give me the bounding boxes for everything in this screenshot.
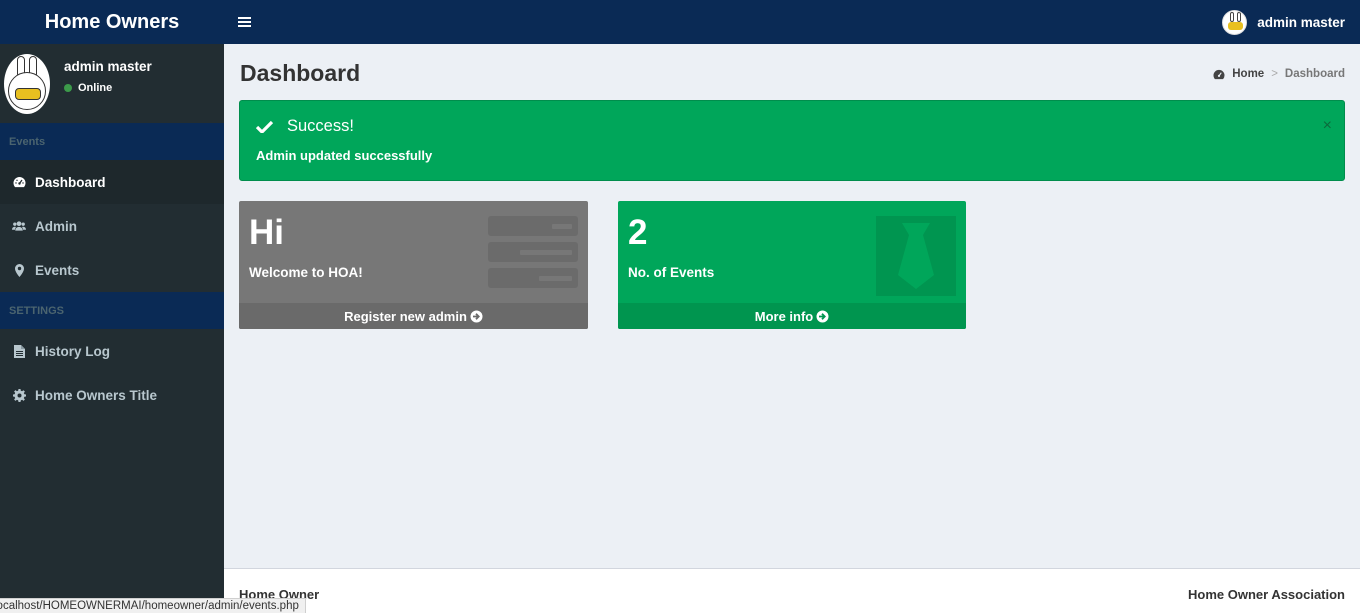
dashboard-icon bbox=[12, 175, 26, 189]
sidebar-item-label: History Log bbox=[35, 343, 111, 359]
hamburger-icon bbox=[237, 15, 251, 29]
sidebar: admin master Online Events Dashboard Adm… bbox=[0, 44, 224, 613]
main-content: Dashboard Home > Dashboard Success! Admi… bbox=[224, 44, 1360, 568]
breadcrumb-current: Dashboard bbox=[1284, 68, 1345, 80]
sidebar-item-home-owners-title[interactable]: Home Owners Title bbox=[0, 373, 224, 417]
success-alert: Success! Admin updated successfully × bbox=[239, 100, 1345, 181]
arrow-circle-right-icon bbox=[470, 310, 483, 322]
page-title: Dashboard bbox=[240, 60, 361, 86]
breadcrumb: Home > Dashboard bbox=[1213, 68, 1345, 80]
sidebar-item-history-log[interactable]: History Log bbox=[0, 329, 224, 373]
more-info-link[interactable]: More info bbox=[618, 303, 966, 329]
online-status-icon bbox=[64, 84, 72, 92]
sidebar-item-label: Events bbox=[35, 262, 80, 278]
sidebar-header-settings: SETTINGS bbox=[0, 292, 224, 329]
sidebar-item-label: Admin bbox=[35, 218, 77, 234]
user-status[interactable]: Online bbox=[64, 82, 152, 94]
list-icon bbox=[488, 216, 578, 294]
breadcrumb-home-link[interactable]: Home bbox=[1213, 68, 1264, 80]
box-value: Hi bbox=[249, 213, 284, 252]
sidebar-item-events[interactable]: Events bbox=[0, 248, 224, 292]
sidebar-item-label: Home Owners Title bbox=[35, 387, 158, 403]
app-logo[interactable]: Home Owners bbox=[0, 0, 224, 44]
sidebar-item-label: Dashboard bbox=[35, 174, 106, 190]
register-new-admin-link[interactable]: Register new admin bbox=[239, 303, 588, 329]
close-icon[interactable]: × bbox=[1323, 117, 1332, 135]
page-footer: Home Owner Home Owner Association bbox=[224, 568, 1360, 613]
user-menu-name: admin master bbox=[1257, 14, 1345, 30]
user-status-label: Online bbox=[78, 82, 113, 94]
user-panel: admin master Online bbox=[0, 44, 224, 123]
box-label: Welcome to HOA! bbox=[249, 265, 363, 280]
avatar bbox=[4, 54, 50, 114]
file-icon bbox=[12, 344, 26, 358]
box-link-label: Register new admin bbox=[344, 308, 467, 324]
breadcrumb-separator: > bbox=[1271, 68, 1278, 80]
user-menu-button[interactable]: admin master bbox=[1222, 9, 1360, 35]
sidebar-user-name: admin master bbox=[64, 59, 152, 74]
sidebar-item-admin[interactable]: Admin bbox=[0, 204, 224, 248]
box-label: No. of Events bbox=[628, 265, 715, 280]
arrow-circle-right-icon bbox=[816, 310, 829, 322]
events-count-box: 2 No. of Events More info bbox=[618, 201, 966, 329]
avatar bbox=[1222, 9, 1248, 35]
sidebar-item-dashboard[interactable]: Dashboard bbox=[0, 160, 224, 204]
sidebar-toggle-button[interactable] bbox=[224, 0, 264, 44]
breadcrumb-home-label: Home bbox=[1232, 68, 1265, 80]
browser-status-bar: localhost/HOMEOWNERMAI/homeowner/admin/e… bbox=[0, 598, 306, 613]
status-url: localhost/HOMEOWNERMAI/homeowner/admin/e… bbox=[0, 600, 299, 612]
sidebar-header-events: Events bbox=[0, 123, 224, 160]
box-link-label: More info bbox=[754, 308, 814, 324]
footer-right-text: Home Owner Association bbox=[1188, 587, 1345, 602]
check-icon bbox=[256, 120, 273, 133]
welcome-box: Hi Welcome to HOA! Register new admin bbox=[239, 201, 588, 329]
alert-title-text: Success! bbox=[287, 117, 354, 135]
box-value: 2 bbox=[628, 213, 648, 252]
top-navbar: Home Owners admin master bbox=[0, 0, 1360, 44]
tie-icon bbox=[876, 216, 956, 296]
gear-icon bbox=[12, 388, 26, 402]
dashboard-icon bbox=[1213, 69, 1225, 79]
alert-message: Admin updated successfully bbox=[256, 148, 433, 163]
map-marker-icon bbox=[12, 263, 26, 277]
users-icon bbox=[12, 219, 26, 233]
alert-title: Success! bbox=[256, 117, 354, 136]
